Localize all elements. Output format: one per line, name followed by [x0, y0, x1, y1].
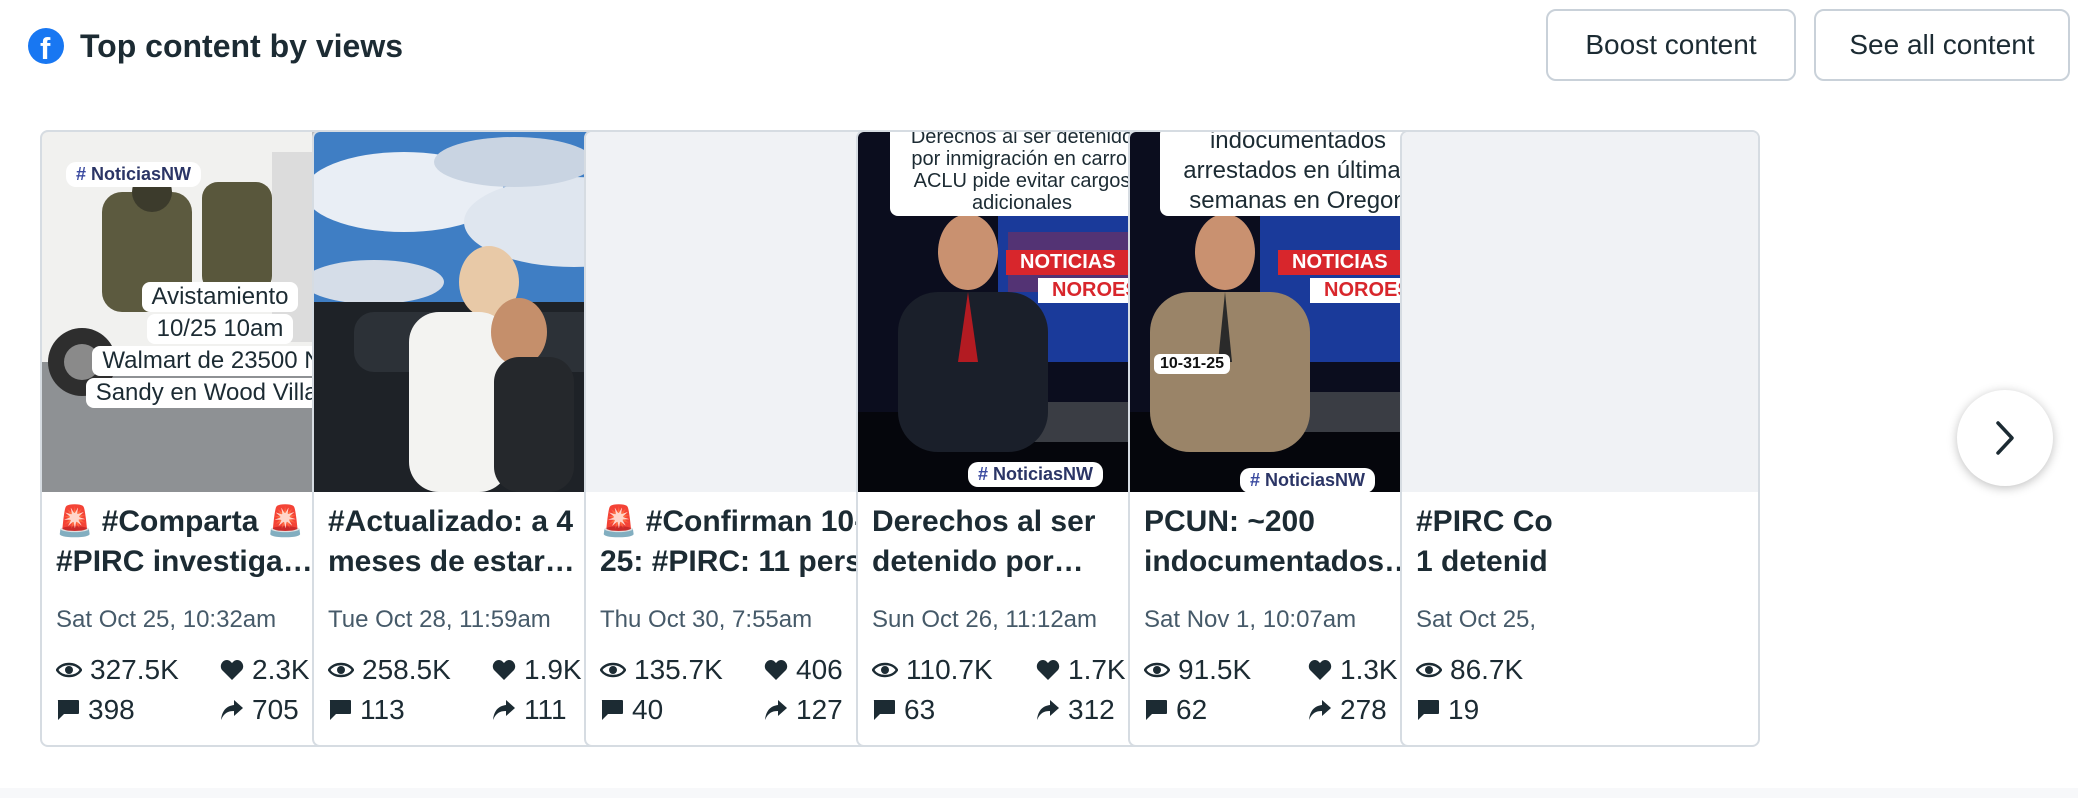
comment-icon — [57, 700, 79, 720]
eye-icon — [1416, 662, 1442, 678]
comment-icon — [329, 700, 351, 720]
carousel-next-button[interactable] — [1957, 390, 2053, 486]
boost-content-button[interactable]: Boost content — [1546, 9, 1796, 81]
share-icon — [1309, 700, 1331, 720]
eye-icon — [872, 662, 898, 678]
likes-stat: 1.9K — [492, 654, 582, 686]
heart-icon — [764, 660, 788, 680]
comments-stat: 63 — [872, 694, 935, 726]
comment-icon — [1145, 700, 1167, 720]
post-date: Thu Oct 30, 7:55am — [600, 606, 813, 633]
eye-icon — [1144, 662, 1170, 678]
news-banner: NOTICIAS — [1006, 250, 1130, 275]
views-stat: 91.5K — [1144, 654, 1251, 686]
heart-icon — [1308, 660, 1332, 680]
comments-stat: 113 — [328, 694, 405, 726]
share-icon — [493, 700, 515, 720]
news-tag: # NoticiasNW — [1240, 468, 1376, 492]
see-all-content-button[interactable]: See all content — [1814, 9, 2070, 81]
news-tag: # NoticiasNW — [66, 162, 202, 187]
comment-icon — [873, 700, 895, 720]
thumbnail-overlay-text: Derechos al ser detenido por inmigración… — [890, 132, 1154, 216]
heart-icon — [220, 660, 244, 680]
post-thumbnail[interactable] — [1402, 132, 1758, 492]
likes-stat: 2.3K — [220, 654, 310, 686]
comments-stat: 19 — [1416, 694, 1479, 726]
news-banner: NOTICIAS — [1278, 250, 1402, 275]
comments-stat: 398 — [56, 694, 135, 726]
likes-stat: 406 — [764, 654, 843, 686]
share-icon — [765, 700, 787, 720]
shares-stat: 127 — [764, 694, 843, 726]
section-title: Top content by views — [80, 27, 403, 64]
views-stat: 86.7K — [1416, 654, 1523, 686]
post-card[interactable]: #PIRC Co 1 detenid Sat Oct 25, 86.7K 19 — [1400, 130, 1760, 747]
top-content-carousel: # NoticiasNW Avistamiento 10/25 10am Wal… — [40, 130, 2070, 750]
heart-icon — [492, 660, 516, 680]
news-tag: # NoticiasNW — [968, 462, 1104, 487]
views-stat: 110.7K — [872, 654, 993, 686]
views-stat: 327.5K — [56, 654, 179, 686]
shares-stat: 312 — [1036, 694, 1115, 726]
likes-stat: 1.7K — [1036, 654, 1126, 686]
thumbnail-overlay-text: indocumentados arrestados en últimas sem… — [1160, 132, 1436, 216]
shares-stat: 705 — [220, 694, 299, 726]
shares-stat: 278 — [1308, 694, 1387, 726]
chevron-right-icon — [1996, 421, 2014, 455]
comment-icon — [601, 700, 623, 720]
views-stat: 258.5K — [328, 654, 451, 686]
date-tag: 10-31-25 — [1154, 354, 1231, 374]
comment-icon — [1417, 700, 1439, 720]
post-date: Sat Nov 1, 10:07am — [1144, 606, 1357, 633]
heart-icon — [1036, 660, 1060, 680]
views-stat: 135.7K — [600, 654, 723, 686]
comments-stat: 40 — [600, 694, 663, 726]
post-caption: #PIRC Co 1 detenid — [1416, 505, 1553, 578]
section-divider — [0, 788, 2078, 798]
facebook-icon: f — [28, 28, 64, 66]
shares-stat: 111 — [492, 694, 567, 726]
eye-icon — [600, 662, 626, 678]
post-date: Sat Oct 25, 10:32am — [56, 606, 277, 633]
post-date: Sun Oct 26, 11:12am — [872, 606, 1098, 633]
section-header: f Top content by views — [28, 22, 403, 70]
post-date: Tue Oct 28, 11:59am — [328, 606, 551, 633]
share-icon — [221, 700, 243, 720]
eye-icon — [56, 662, 82, 678]
post-date: Sat Oct 25, — [1416, 606, 1537, 633]
eye-icon — [328, 662, 354, 678]
comments-stat: 62 — [1144, 694, 1207, 726]
likes-stat: 1.3K — [1308, 654, 1398, 686]
share-icon — [1037, 700, 1059, 720]
